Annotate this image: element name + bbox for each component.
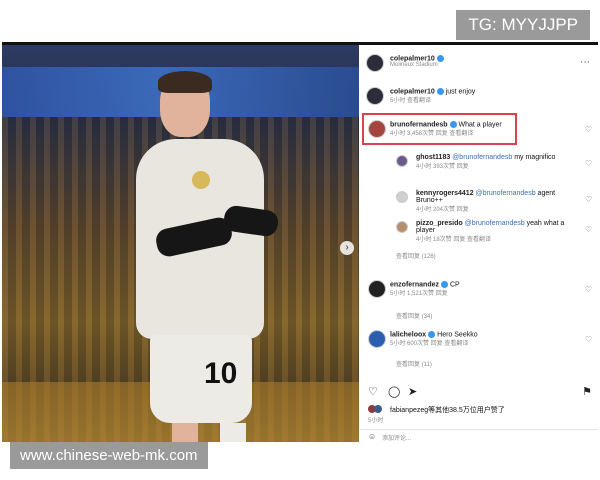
reply-mention[interactable]: @brunofernandesb bbox=[452, 154, 512, 161]
reply-username[interactable]: kennyrogers4412 bbox=[416, 190, 474, 197]
comment-meta: 5小时 600次赞 回复 查看翻译 bbox=[390, 341, 469, 348]
author-username[interactable]: colepalmer10 bbox=[390, 55, 435, 62]
verified-icon bbox=[428, 331, 436, 338]
reply-meta: 4小时 204次赞 回复 bbox=[416, 207, 469, 213]
heart-icon[interactable]: ♡ bbox=[585, 225, 592, 234]
watermark-bottom: www.chinese-web-mk.com bbox=[10, 442, 208, 469]
caption-avatar[interactable] bbox=[366, 87, 384, 105]
comment-meta: 4小时 3,458次赞 回复 查看翻译 bbox=[390, 131, 474, 138]
view-replies-link[interactable]: 查看回复 (34) bbox=[396, 311, 576, 321]
comment-username[interactable]: brunofernandesb bbox=[390, 121, 448, 128]
emoji-icon[interactable]: ☺ bbox=[368, 432, 376, 441]
more-options-icon[interactable]: ⋯ bbox=[580, 57, 590, 68]
heart-icon[interactable]: ♡ bbox=[585, 125, 592, 134]
comment-text: CP bbox=[449, 281, 460, 289]
view-replies-link[interactable]: 查看回复 (11) bbox=[396, 359, 576, 369]
heart-icon[interactable]: ♡ bbox=[585, 195, 592, 204]
view-replies-link[interactable]: 查看回复 (126) bbox=[396, 251, 576, 261]
reply-avatar[interactable] bbox=[396, 191, 408, 203]
reply-meta: 4小时 18次赞 回复 查看翻译 bbox=[416, 237, 492, 243]
liked-by-text[interactable]: fabianpezeg等其他38.5万位用户赞了 bbox=[390, 405, 505, 415]
comment-username[interactable]: lalicheloox bbox=[390, 331, 426, 338]
reply-row: ghost1183 @brunofernandesb my magnifico … bbox=[360, 151, 598, 181]
comment-avatar[interactable] bbox=[368, 330, 386, 348]
reply-avatar[interactable] bbox=[396, 221, 408, 233]
view-replies-label[interactable]: 查看回复 (126) bbox=[396, 254, 436, 260]
comment-input[interactable]: 添加评论... bbox=[382, 433, 411, 442]
watermark-top: TG: MYYJJPP bbox=[456, 10, 590, 40]
comment-row: lalicheloox Hero Seekko 5小时 600次赞 回复 查看翻… bbox=[360, 327, 598, 353]
post-caption: colepalmer10 just enjoy 5小时 查看翻译 bbox=[360, 85, 598, 109]
liker-avatar[interactable] bbox=[374, 405, 382, 413]
verified-icon bbox=[441, 281, 449, 288]
comment-text: What a player bbox=[458, 121, 502, 129]
verified-icon bbox=[449, 121, 457, 128]
screenshot-stage: TG: MYYJJPP 10 › colepalmer10 Molineux S… bbox=[0, 0, 600, 480]
reply-row: pizzo_presido @brunofernandesb yeah what… bbox=[360, 217, 598, 245]
verified-icon bbox=[436, 88, 444, 95]
reply-mention[interactable]: @brunofernandesb bbox=[476, 190, 536, 197]
like-icon[interactable]: ♡ bbox=[368, 385, 378, 398]
comment-avatar[interactable] bbox=[368, 280, 386, 298]
shirt-badge bbox=[192, 171, 210, 189]
reply-meta: 4小时 393次赞 回复 bbox=[416, 164, 469, 170]
comment-composer: ☺ 添加评论... bbox=[360, 429, 598, 442]
player-leg-left bbox=[172, 423, 198, 442]
instagram-post-frame: 10 › colepalmer10 Molineux Stadium ⋯ col… bbox=[2, 42, 598, 442]
reply-text: my magnifico bbox=[514, 154, 556, 161]
player-hair bbox=[158, 71, 212, 93]
view-replies-label[interactable]: 查看回复 (34) bbox=[396, 314, 432, 320]
caption-meta: 5小时 查看翻译 bbox=[390, 98, 432, 105]
verified-icon bbox=[436, 55, 444, 62]
save-icon[interactable]: ⚑ bbox=[582, 385, 592, 398]
reply-mention[interactable]: @brunofernandesb bbox=[465, 220, 525, 227]
comment-meta: 5小时 1,521次赞 回复 bbox=[390, 291, 448, 298]
likes-summary: fabianpezeg等其他38.5万位用户赞了 5小时 bbox=[360, 403, 598, 424]
heart-icon[interactable]: ♡ bbox=[585, 285, 592, 294]
reply-row: kennyrogers4412 @brunofernandesb agent B… bbox=[360, 187, 598, 213]
post-side-panel: colepalmer10 Molineux Stadium ⋯ colepalm… bbox=[360, 45, 598, 442]
post-actions: ♡ ◯ ➤ ⚑ bbox=[368, 385, 592, 399]
reply-username[interactable]: ghost1183 bbox=[416, 154, 450, 161]
reply-avatar[interactable] bbox=[396, 155, 408, 167]
comment-avatar[interactable] bbox=[368, 120, 386, 138]
reply-username[interactable]: pizzo_presido bbox=[416, 220, 463, 227]
chevron-right-icon[interactable]: › bbox=[340, 241, 354, 255]
post-photo[interactable]: 10 › bbox=[2, 45, 359, 442]
share-icon[interactable]: ➤ bbox=[408, 385, 417, 398]
player-leg-right bbox=[220, 423, 246, 442]
caption-username[interactable]: colepalmer10 bbox=[390, 88, 435, 95]
caption-text: just enjoy bbox=[445, 88, 476, 96]
post-header: colepalmer10 Molineux Stadium ⋯ bbox=[360, 51, 598, 77]
post-location[interactable]: Molineux Stadium bbox=[390, 62, 444, 68]
heart-icon[interactable]: ♡ bbox=[585, 335, 592, 344]
heart-icon[interactable]: ♡ bbox=[585, 159, 592, 168]
comment-text: Hero Seekko bbox=[437, 331, 478, 339]
comment-icon[interactable]: ◯ bbox=[388, 385, 400, 398]
post-date: 5小时 bbox=[368, 418, 384, 424]
comment-username[interactable]: enzofernandez bbox=[390, 281, 439, 288]
player-figure: 10 bbox=[132, 71, 292, 442]
comment-row: brunofernandesb What a player 4小时 3,458次… bbox=[360, 117, 598, 143]
view-replies-label[interactable]: 查看回复 (11) bbox=[396, 362, 432, 368]
comment-row: enzofernandez CP 5小时 1,521次赞 回复 ♡ bbox=[360, 277, 598, 303]
shorts-number: 10 bbox=[204, 357, 238, 390]
author-avatar[interactable] bbox=[366, 54, 384, 72]
